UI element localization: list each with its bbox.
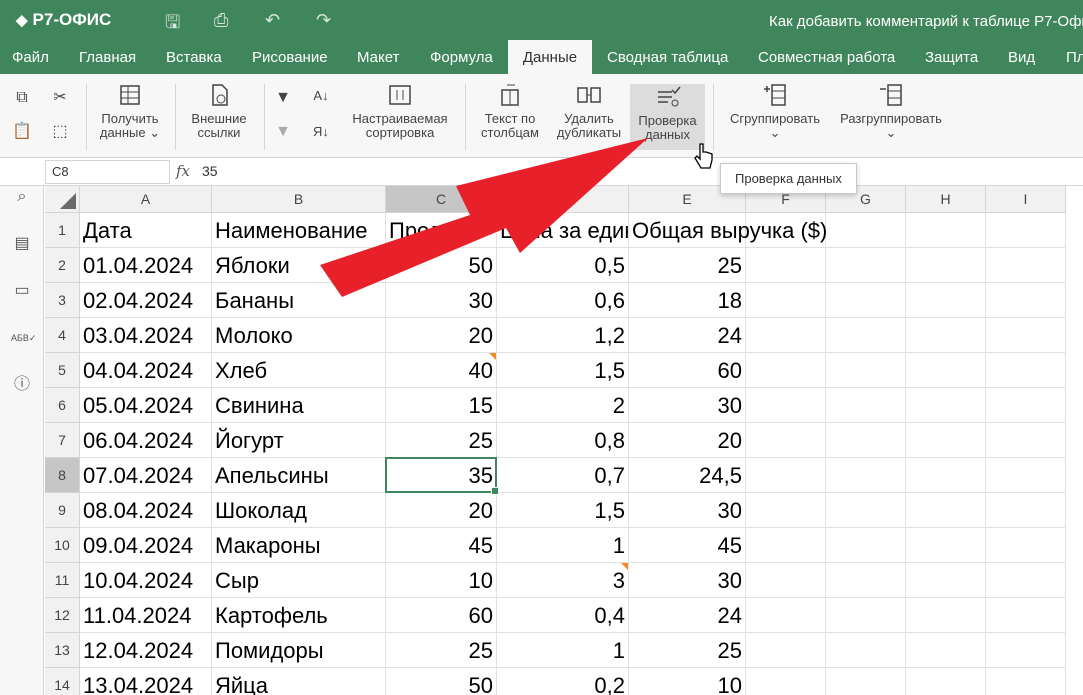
hand-cursor-icon (694, 143, 713, 169)
tooltip: Проверка данных (720, 163, 857, 194)
annotation-arrow (320, 138, 648, 297)
red-arrow-shape (320, 138, 648, 297)
